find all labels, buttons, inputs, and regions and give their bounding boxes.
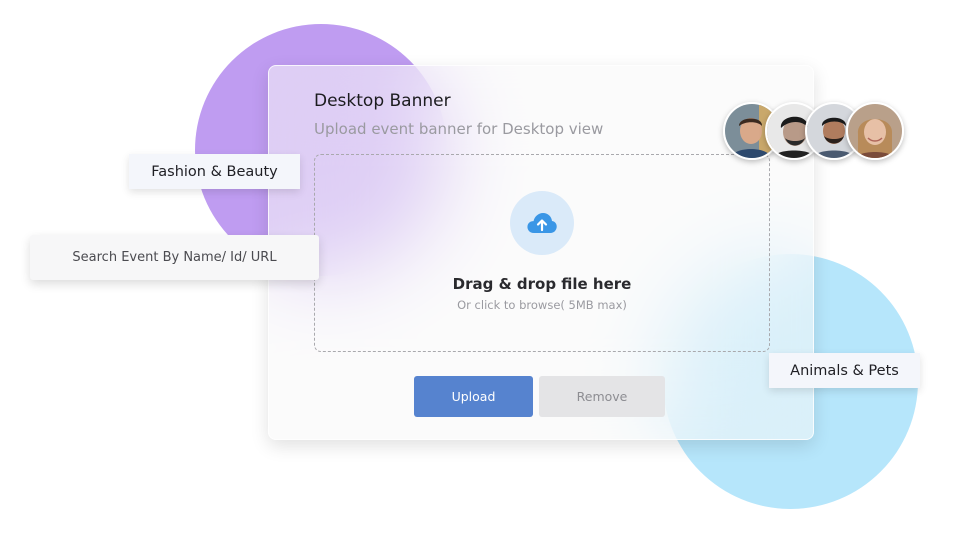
avatar-4 — [846, 102, 904, 160]
dropzone-title: Drag & drop file here — [452, 275, 632, 293]
upload-button[interactable]: Upload — [414, 376, 533, 417]
remove-button[interactable]: Remove — [539, 376, 665, 417]
search-input[interactable]: Search Event By Name/ Id/ URL — [30, 235, 319, 280]
card-title: Desktop Banner — [314, 91, 451, 111]
dropzone-subtitle: Or click to browse( 5MB max) — [457, 298, 627, 312]
file-dropzone[interactable]: Drag & drop file here Or click to browse… — [314, 154, 770, 352]
tag-animals-pets[interactable]: Animals & Pets — [769, 353, 920, 388]
page-canvas: Desktop Banner Upload event banner for D… — [0, 0, 963, 536]
tag-fashion-beauty[interactable]: Fashion & Beauty — [129, 154, 300, 189]
card-subtitle: Upload event banner for Desktop view — [314, 120, 604, 138]
cloud-upload-icon — [510, 191, 574, 255]
